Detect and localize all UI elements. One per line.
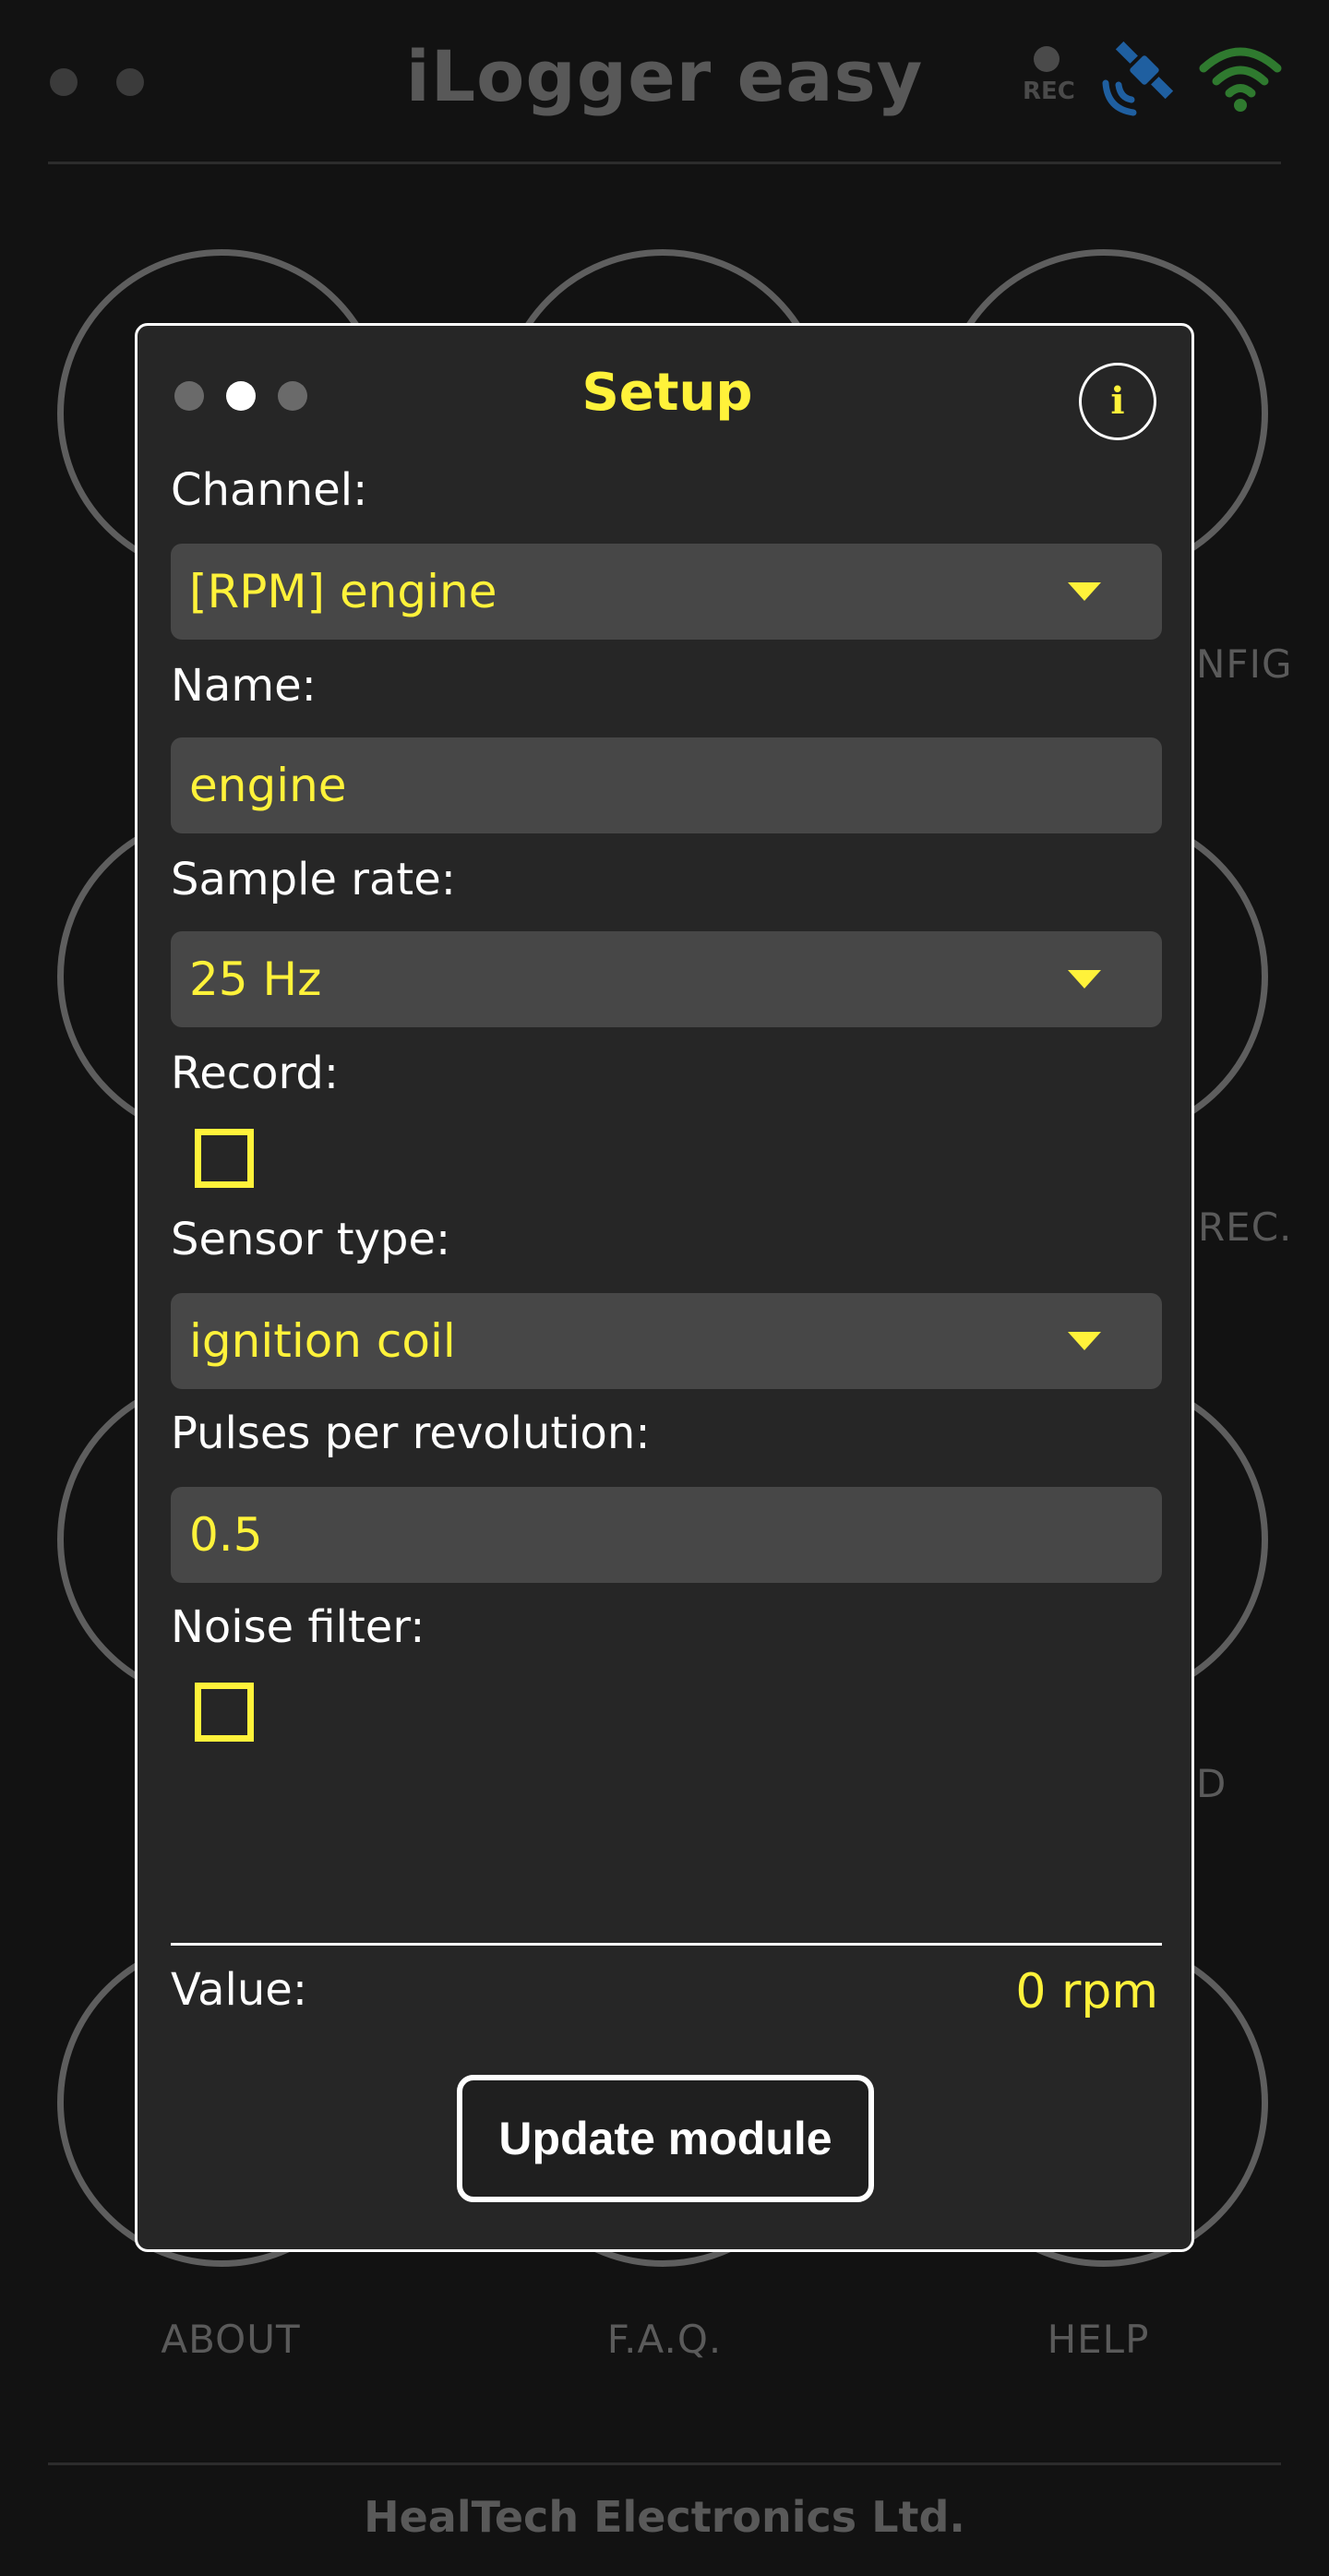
footer-divider: [48, 2462, 1281, 2465]
satellite-icon: [1102, 41, 1174, 116]
chevron-down-icon: [1068, 582, 1101, 601]
record-label: Record:: [171, 1048, 340, 1099]
record-checkbox[interactable]: [195, 1129, 254, 1188]
rec-indicator-icon: REC: [1023, 46, 1075, 105]
menu-label-faq: F.A.Q.: [606, 2317, 723, 2362]
menu-label-rec: REC.: [1198, 1204, 1293, 1250]
dialog-separator: [171, 1943, 1162, 1946]
sensor-type-select[interactable]: ignition coil: [171, 1293, 1162, 1389]
footer-company: HealTech Electronics Ltd.: [364, 2492, 965, 2542]
sample-rate-select[interactable]: 25 Hz: [171, 931, 1162, 1027]
channel-label: Channel:: [171, 464, 368, 516]
noise-filter-label: Noise filter:: [171, 1601, 425, 1653]
menu-label-help: HELP: [1047, 2317, 1150, 2362]
name-input[interactable]: engine: [171, 737, 1162, 833]
pulses-input[interactable]: 0.5: [171, 1487, 1162, 1583]
header-divider: [48, 162, 1281, 164]
menu-label-config: NFIG: [1196, 641, 1293, 687]
info-symbol: i: [1110, 379, 1125, 423]
name-value: engine: [189, 759, 347, 812]
chevron-down-icon: [1068, 970, 1101, 988]
setup-dialog: Setup i Channel: [RPM] engine Name: engi…: [135, 323, 1194, 2252]
sensor-type-value: ignition coil: [189, 1314, 456, 1368]
channel-value: [RPM] engine: [189, 565, 497, 618]
menu-label-about: ABOUT: [161, 2317, 301, 2362]
name-label: Name:: [171, 660, 317, 712]
rec-label: REC: [1023, 78, 1075, 105]
update-module-button[interactable]: Update module: [457, 2075, 874, 2202]
sensor-type-label: Sensor type:: [171, 1214, 451, 1265]
value-label: Value:: [171, 1964, 307, 2016]
info-icon[interactable]: i: [1079, 363, 1156, 440]
sample-rate-label: Sample rate:: [171, 854, 456, 905]
wifi-icon: [1199, 47, 1282, 112]
noise-filter-checkbox[interactable]: [195, 1683, 254, 1742]
channel-select[interactable]: [RPM] engine: [171, 544, 1162, 640]
app-header: iLogger easy REC: [0, 0, 1329, 166]
chevron-down-icon: [1068, 1332, 1101, 1350]
sample-rate-value: 25 Hz: [189, 953, 322, 1006]
value-reading: 0 rpm: [1015, 1964, 1158, 2019]
dialog-title: Setup: [581, 363, 753, 423]
pulses-label: Pulses per revolution:: [171, 1408, 651, 1459]
pulses-value: 0.5: [189, 1508, 263, 1562]
menu-label-d: D: [1196, 1761, 1227, 1806]
